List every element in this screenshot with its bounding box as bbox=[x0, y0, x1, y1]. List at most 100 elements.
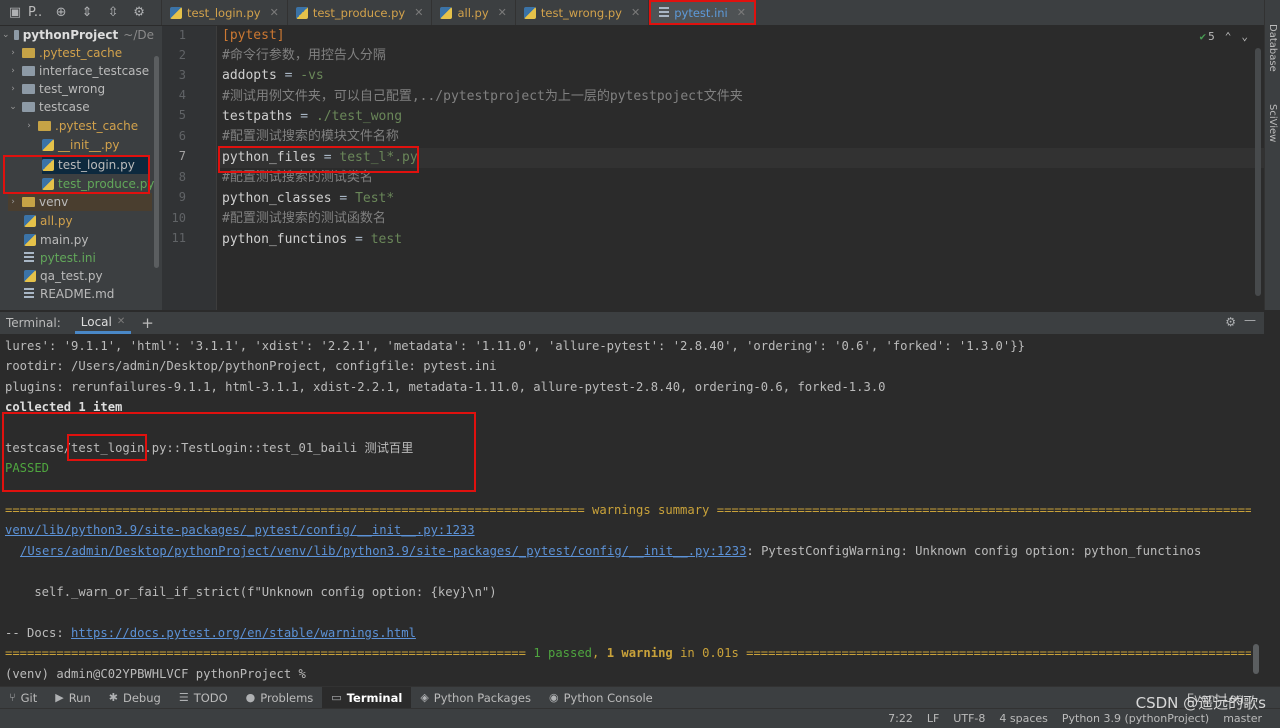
code-line: #配置测试搜索的测试类名 bbox=[222, 170, 373, 185]
problems-tool[interactable]: ● Problems bbox=[237, 687, 323, 709]
add-terminal-icon[interactable]: + bbox=[141, 314, 154, 332]
packages-icon: ◈ bbox=[420, 691, 429, 704]
chevron-right-icon[interactable]: › bbox=[8, 197, 18, 207]
close-icon[interactable]: ✕ bbox=[414, 6, 423, 19]
chevron-down-icon[interactable]: ⌄ bbox=[2, 30, 10, 40]
tree-scrollbar[interactable] bbox=[154, 56, 159, 268]
chevron-down-icon[interactable]: ⌄ bbox=[8, 102, 18, 112]
tree-item[interactable]: all.py bbox=[24, 212, 162, 230]
todo-tool[interactable]: ☰ TODO bbox=[170, 687, 237, 709]
docs-link[interactable]: https://docs.pytest.org/en/stable/warnin… bbox=[71, 626, 416, 640]
terminal-line: self._warn_or_fail_if_strict(f"Unknown c… bbox=[5, 585, 497, 599]
code-line: #配置测试搜索的测试函数名 bbox=[222, 211, 386, 226]
run-tool[interactable]: ▶ Run bbox=[46, 687, 100, 709]
tab-label: all.py bbox=[457, 5, 489, 20]
code-editor[interactable]: 1 2 3 4 5 6 7 8 9 10 11 [pytest] #命令行参数，… bbox=[162, 26, 1264, 310]
cursor-position[interactable]: 7:22 bbox=[888, 712, 913, 725]
close-icon[interactable]: ✕ bbox=[498, 6, 507, 19]
python-file-icon bbox=[24, 234, 36, 246]
close-icon[interactable]: ✕ bbox=[737, 6, 746, 19]
tree-item[interactable]: › interface_testcase bbox=[8, 62, 160, 80]
inspection-count: 5 bbox=[1208, 30, 1215, 43]
tree-item-selected[interactable]: test_login.py bbox=[42, 156, 150, 174]
tree-item[interactable]: __init__.py bbox=[42, 136, 162, 154]
folder-icon bbox=[22, 66, 35, 76]
ini-file-icon bbox=[24, 252, 34, 264]
gear-icon[interactable]: ⚙ bbox=[132, 5, 146, 20]
result-summary: ========================================… bbox=[5, 646, 1251, 660]
tree-item[interactable]: qa_test.py bbox=[24, 267, 162, 285]
line-number: 4 bbox=[178, 88, 186, 102]
terminal-line: /Users/admin/Desktop/pythonProject/venv/… bbox=[20, 544, 1202, 558]
tab-pytest-ini[interactable]: pytest.ini ✕ bbox=[649, 0, 756, 25]
interpreter[interactable]: Python 3.9 (pythonProject) bbox=[1062, 712, 1209, 725]
code-line: [pytest] bbox=[222, 28, 285, 43]
tree-item[interactable]: README.md bbox=[24, 285, 162, 303]
minimize-icon[interactable]: — bbox=[1244, 313, 1256, 327]
line-number: 3 bbox=[178, 68, 186, 82]
git-branch[interactable]: master bbox=[1223, 712, 1262, 725]
code-line: testpaths = ./test_wong bbox=[222, 109, 403, 124]
chevron-down-icon[interactable]: ⌄ bbox=[1241, 30, 1248, 43]
crosshair-icon[interactable]: ⊕ bbox=[54, 5, 68, 20]
editor-scrollbar[interactable] bbox=[1255, 48, 1261, 296]
git-tool[interactable]: ⑂ Git bbox=[0, 687, 46, 709]
terminal-prompt[interactable]: (venv) admin@C02YPBWHLVCF pythonProject … bbox=[5, 664, 313, 684]
warning-source-link[interactable]: venv/lib/python3.9/site-packages/_pytest… bbox=[5, 523, 475, 537]
indent-setting[interactable]: 4 spaces bbox=[999, 712, 1048, 725]
git-branch-icon: ⑂ bbox=[9, 691, 16, 704]
close-icon[interactable]: ✕ bbox=[270, 6, 279, 19]
terminal-header: Terminal: Local ✕ + ⚙ — bbox=[0, 312, 1264, 334]
terminal-line: collected 1 item bbox=[5, 400, 123, 414]
terminal-line: lures': '9.1.1', 'html': '3.1.1', 'xdist… bbox=[5, 339, 1025, 353]
warnings-summary-header: ========================================… bbox=[5, 503, 1251, 517]
tree-item[interactable]: main.py bbox=[24, 231, 162, 249]
tree-item[interactable]: › venv bbox=[8, 193, 152, 211]
chevron-right-icon[interactable]: › bbox=[8, 84, 18, 94]
tree-root[interactable]: ⌄ pythonProject ~/De bbox=[2, 26, 154, 44]
expand-icon[interactable]: ⇕ bbox=[80, 5, 94, 20]
ide-window: ▣ P.. ⊕ ⇕ ⇳ ⚙ test_login.py ✕ test_produ… bbox=[0, 0, 1280, 728]
line-number: 2 bbox=[178, 48, 186, 62]
terminal-tool[interactable]: ▭ Terminal bbox=[322, 686, 412, 709]
tree-item[interactable]: › .pytest_cache bbox=[24, 117, 162, 135]
chevron-right-icon[interactable]: › bbox=[8, 66, 18, 76]
markdown-file-icon bbox=[24, 288, 34, 300]
project-selector[interactable]: P.. bbox=[28, 5, 42, 20]
problems-icon: ● bbox=[245, 691, 256, 704]
run-icon: ▶ bbox=[55, 691, 64, 704]
chevron-up-icon[interactable]: ⌃ bbox=[1225, 30, 1232, 43]
tree-item[interactable]: ⌄ testcase bbox=[8, 98, 160, 116]
file-encoding[interactable]: UTF-8 bbox=[953, 712, 985, 725]
python-packages-tool[interactable]: ◈ Python Packages bbox=[411, 687, 540, 709]
debug-tool[interactable]: ✱ Debug bbox=[100, 687, 170, 709]
tree-item[interactable]: › test_wrong bbox=[8, 80, 160, 98]
tab-test-wrong[interactable]: test_wrong.py ✕ bbox=[516, 0, 650, 25]
tree-item[interactable]: › .pytest_cache bbox=[8, 44, 160, 62]
terminal-output[interactable]: lures': '9.1.1', 'html': '3.1.1', 'xdist… bbox=[0, 334, 1264, 686]
project-icon[interactable]: ▣ bbox=[8, 5, 22, 20]
terminal-label: Terminal: bbox=[6, 316, 61, 330]
warning-path-link[interactable]: /Users/admin/Desktop/pythonProject/venv/… bbox=[20, 544, 746, 558]
watermark: CSDN @遥远的歌s bbox=[1135, 694, 1266, 712]
tree-item[interactable]: test_produce.py bbox=[42, 175, 162, 193]
close-icon[interactable]: ✕ bbox=[631, 6, 640, 19]
chevron-right-icon[interactable]: › bbox=[8, 48, 18, 58]
tree-item[interactable]: pytest.ini bbox=[24, 249, 162, 267]
terminal-scrollbar[interactable] bbox=[1253, 644, 1259, 674]
tab-test-login[interactable]: test_login.py ✕ bbox=[162, 0, 288, 25]
line-separator[interactable]: LF bbox=[927, 712, 939, 725]
line-number: 10 bbox=[171, 211, 186, 225]
close-icon[interactable]: ✕ bbox=[117, 316, 125, 327]
gear-icon[interactable]: ⚙ bbox=[1225, 315, 1236, 329]
inspection-widget[interactable]: ✔ 5 ⌃ ⌄ bbox=[1200, 30, 1249, 43]
tab-test-produce[interactable]: test_produce.py ✕ bbox=[288, 0, 433, 25]
tab-all[interactable]: all.py ✕ bbox=[432, 0, 516, 25]
collapse-icon[interactable]: ⇳ bbox=[106, 5, 120, 20]
database-tool[interactable]: Database bbox=[1267, 24, 1278, 72]
folder-icon bbox=[22, 197, 35, 207]
python-console-tool[interactable]: ◉ Python Console bbox=[540, 687, 662, 709]
chevron-right-icon[interactable]: › bbox=[24, 121, 34, 131]
sciview-tool[interactable]: SciView bbox=[1267, 104, 1278, 142]
tab-local[interactable]: Local ✕ bbox=[74, 312, 132, 334]
